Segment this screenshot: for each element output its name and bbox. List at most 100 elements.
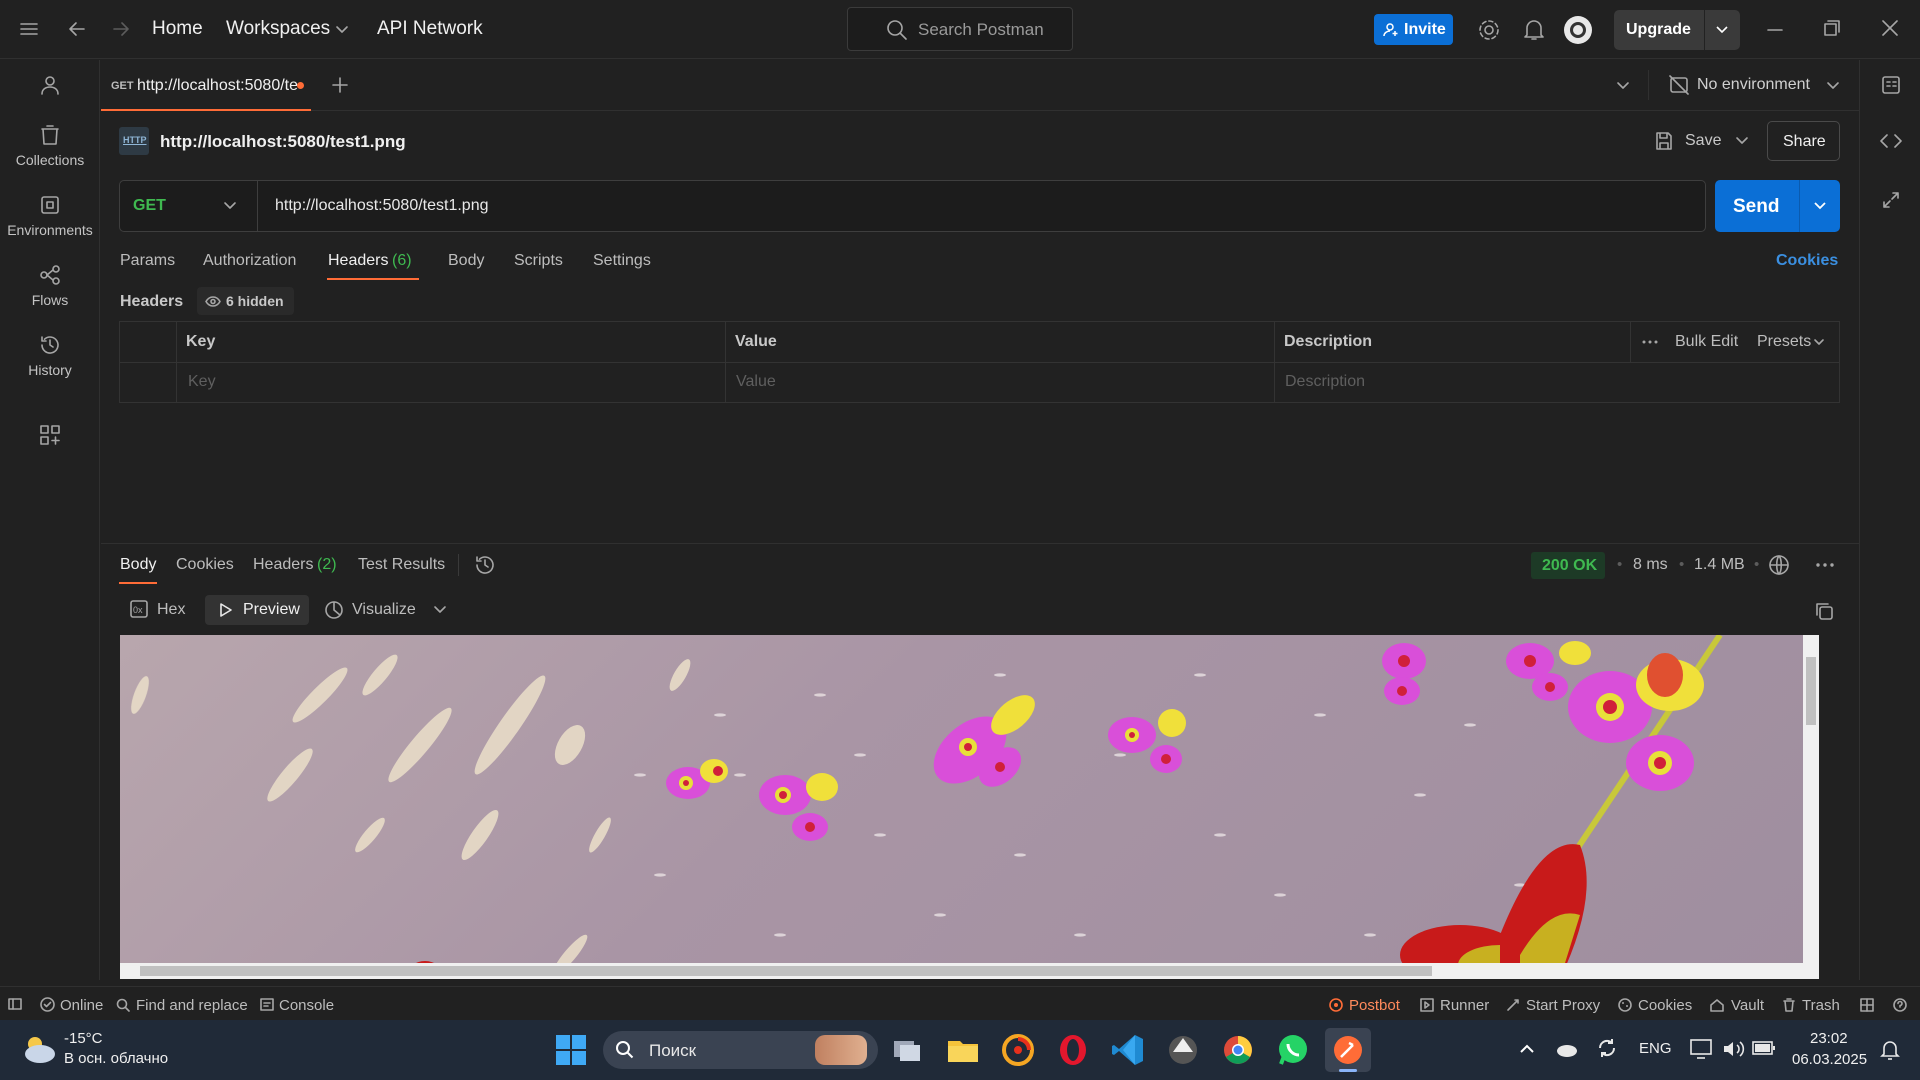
pane-divider[interactable] (101, 543, 1859, 544)
chevron-down-icon[interactable] (1826, 81, 1840, 91)
online-status[interactable]: Online (60, 997, 103, 1014)
volume-icon[interactable] (1722, 1039, 1746, 1059)
request-tab[interactable]: GET http://localhost:5080/te (101, 60, 311, 111)
send-button[interactable]: Send (1715, 180, 1840, 232)
chevron-down-icon[interactable] (1813, 338, 1825, 346)
toggle-sidebar-icon[interactable] (8, 998, 22, 1010)
gear-icon[interactable] (1477, 18, 1501, 42)
forward-arrow-icon[interactable] (112, 20, 130, 38)
horizontal-scrollbar[interactable] (120, 963, 1819, 979)
sidebar-item-history[interactable]: History (0, 334, 100, 378)
restore-icon[interactable] (1824, 20, 1840, 36)
temperature[interactable]: -15°C (64, 1030, 103, 1047)
media-player-icon[interactable] (1001, 1033, 1035, 1067)
postbot-button[interactable]: Postbot (1349, 997, 1400, 1014)
chevron-down-icon[interactable] (1735, 136, 1749, 146)
globe-icon[interactable] (1768, 554, 1790, 576)
onedrive-cloud-icon[interactable] (1554, 1040, 1578, 1058)
runner-button[interactable]: Runner (1440, 997, 1489, 1014)
upgrade-button[interactable]: Upgrade (1614, 10, 1740, 50)
response-tab-test-results[interactable]: Test Results (358, 556, 445, 574)
close-icon[interactable] (1882, 20, 1898, 36)
chevron-down-icon[interactable] (1715, 25, 1729, 35)
minimize-icon[interactable] (1767, 28, 1783, 32)
tab-headers[interactable]: Headers (328, 252, 388, 270)
save-button[interactable]: Save (1685, 132, 1721, 150)
notifications-icon[interactable] (1880, 1039, 1900, 1061)
back-arrow-icon[interactable] (68, 20, 86, 38)
find-replace-button[interactable]: Find and replace (136, 997, 248, 1014)
chevron-down-icon[interactable] (1616, 81, 1630, 91)
response-tab-headers[interactable]: Headers (253, 556, 313, 574)
cookies-button[interactable]: Cookies (1638, 997, 1692, 1014)
trash-button[interactable]: Trash (1802, 997, 1840, 1014)
sidebar-item-flows[interactable]: Flows (0, 264, 100, 308)
battery-icon[interactable] (1752, 1040, 1776, 1056)
clock-time[interactable]: 23:02 (1810, 1030, 1848, 1047)
tab-params[interactable]: Params (120, 252, 175, 270)
environment-quicklook-icon[interactable] (1881, 75, 1901, 95)
image-preview[interactable] (120, 635, 1819, 979)
home-link[interactable]: Home (152, 18, 203, 40)
chevron-down-icon[interactable] (433, 605, 447, 615)
hidden-headers-toggle[interactable]: 6 hidden (197, 287, 294, 315)
response-time[interactable]: 8 ms (1633, 556, 1668, 574)
menu-icon[interactable] (20, 22, 38, 36)
presets-button[interactable]: Presets (1757, 333, 1811, 351)
clock-date[interactable]: 06.03.2025 (1792, 1051, 1867, 1068)
bell-icon[interactable] (1523, 18, 1545, 42)
file-explorer-icon[interactable] (946, 1033, 980, 1067)
user-icon[interactable] (39, 74, 61, 96)
tab-scripts[interactable]: Scripts (514, 252, 563, 270)
response-tab-cookies[interactable]: Cookies (176, 556, 234, 574)
taskbar-search[interactable]: Поиск (603, 1031, 878, 1069)
invite-button[interactable]: Invite (1374, 14, 1453, 45)
history-icon[interactable] (474, 554, 496, 576)
sync-icon[interactable] (1596, 1037, 1618, 1059)
weather-cloud-icon[interactable] (20, 1032, 58, 1066)
network-icon[interactable] (1690, 1039, 1712, 1059)
cookies-link[interactable]: Cookies (1776, 252, 1838, 270)
plus-icon[interactable] (331, 76, 349, 94)
bulk-edit-button[interactable]: Bulk Edit (1675, 333, 1738, 351)
url-input[interactable]: http://localhost:5080/test1.png (275, 197, 488, 215)
chevron-up-icon[interactable] (1519, 1042, 1535, 1054)
method-select[interactable]: GET (120, 181, 258, 231)
vault-button[interactable]: Vault (1731, 997, 1764, 1014)
response-size[interactable]: 1.4 MB (1694, 556, 1745, 574)
response-tab-body[interactable]: Body (120, 556, 156, 574)
tab-body[interactable]: Body (448, 252, 484, 270)
language-indicator[interactable]: ENG (1639, 1040, 1672, 1057)
sidebar-item-collections[interactable]: Collections (0, 124, 100, 168)
copy-icon[interactable] (1814, 601, 1834, 621)
description-input[interactable]: Description (1285, 373, 1365, 391)
value-input[interactable]: Value (736, 373, 776, 391)
more-horizontal-icon[interactable] (1642, 339, 1658, 345)
start-proxy-button[interactable]: Start Proxy (1526, 997, 1600, 1014)
opera-browser-icon[interactable] (1056, 1033, 1090, 1067)
vscode-icon[interactable] (1111, 1033, 1145, 1067)
task-view-icon[interactable] (890, 1033, 924, 1067)
workspaces-menu[interactable]: Workspaces (226, 18, 330, 40)
weather-text[interactable]: В осн. облачно (64, 1050, 168, 1067)
chevron-down-icon[interactable] (335, 25, 349, 35)
chevron-down-icon[interactable] (1813, 201, 1827, 211)
key-input[interactable]: Key (188, 373, 216, 391)
expand-icon[interactable] (1882, 191, 1900, 209)
apps-grid-icon[interactable] (39, 424, 61, 446)
sidebar-item-environments[interactable]: Environments (0, 194, 100, 238)
tab-authorization[interactable]: Authorization (203, 252, 296, 270)
postman-taskbar-button[interactable] (1325, 1028, 1371, 1072)
tab-settings[interactable]: Settings (593, 252, 651, 270)
request-name[interactable]: http://localhost:5080/test1.png (160, 132, 406, 152)
console-button[interactable]: Console (279, 997, 334, 1014)
share-button[interactable]: Share (1767, 121, 1840, 161)
visualize-view-button[interactable]: Visualize (352, 601, 416, 619)
hex-view-button[interactable]: Hex (157, 601, 185, 619)
windows-start-icon[interactable] (555, 1034, 587, 1066)
environment-selector[interactable]: No environment (1697, 76, 1810, 94)
more-horizontal-icon[interactable] (1816, 562, 1834, 568)
code-icon[interactable] (1880, 132, 1902, 150)
api-network-link[interactable]: API Network (377, 18, 483, 40)
vertical-scrollbar[interactable] (1803, 635, 1819, 963)
